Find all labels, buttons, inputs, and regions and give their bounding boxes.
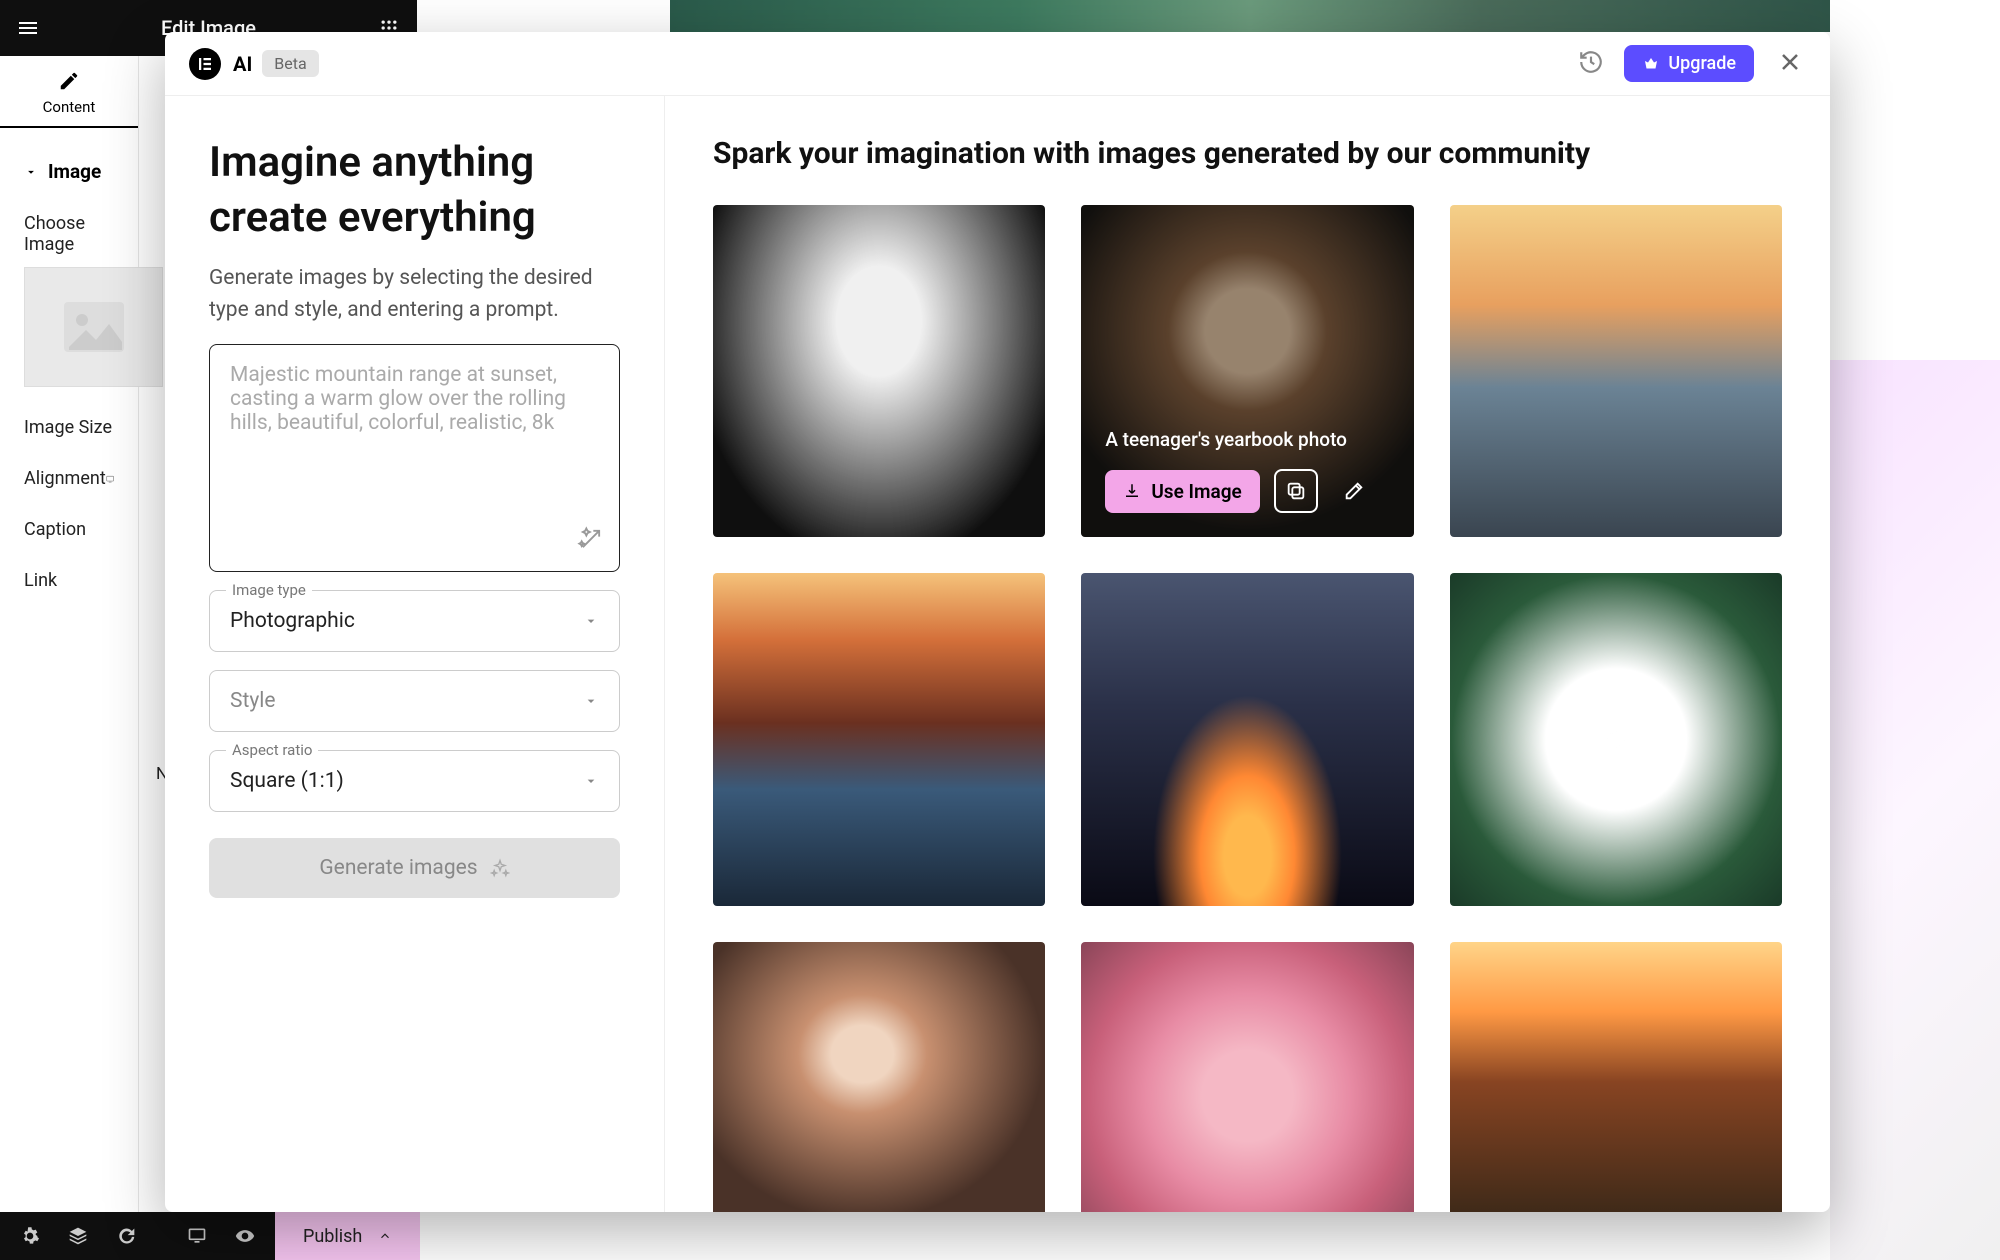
settings-icon[interactable]: [10, 1216, 50, 1256]
sparkle-icon: [490, 858, 510, 878]
gallery-item[interactable]: [1450, 205, 1782, 537]
menu-icon[interactable]: [0, 0, 56, 56]
gallery-item[interactable]: [1450, 942, 1782, 1212]
gallery-item[interactable]: [713, 942, 1045, 1212]
layers-icon[interactable]: [58, 1216, 98, 1256]
ai-modal: AI Beta Upgrade Imagine anything create …: [165, 32, 1830, 1212]
publish-button[interactable]: Publish: [275, 1212, 420, 1260]
alignment-label: Alignment: [24, 468, 106, 489]
editor-sidebar: Content Image Choose Image Image Size Al…: [0, 56, 139, 1212]
link-label: Link: [24, 570, 114, 591]
generate-button[interactable]: Generate images: [209, 838, 620, 898]
responsive-mode-icon[interactable]: [177, 1216, 217, 1256]
section-image[interactable]: Image: [24, 160, 114, 183]
ai-heading: Imagine anything create everything: [209, 136, 620, 245]
chevron-down-icon: [583, 613, 599, 629]
elementor-logo-icon: [189, 48, 221, 80]
choose-image-label: Choose Image: [24, 213, 114, 255]
ai-history-icon[interactable]: [1578, 49, 1604, 79]
gallery-item[interactable]: [1081, 942, 1413, 1212]
image-placeholder[interactable]: [24, 267, 163, 387]
ai-prompt-panel: Imagine anything create everything Gener…: [165, 96, 665, 1212]
use-image-button[interactable]: Use Image: [1105, 470, 1259, 513]
close-icon[interactable]: [1774, 46, 1806, 82]
gallery-item[interactable]: [713, 573, 1045, 905]
preview-icon[interactable]: [225, 1216, 265, 1256]
responsive-icon[interactable]: [106, 470, 114, 488]
ai-gallery-panel: Spark your imagination with images gener…: [665, 96, 1830, 1212]
aspect-ratio-select[interactable]: Aspect ratio Square (1:1): [209, 750, 620, 812]
editor-bottombar: [0, 1212, 275, 1260]
chevron-down-icon: [583, 693, 599, 709]
ai-header: AI Beta Upgrade: [165, 32, 1830, 96]
gallery-item[interactable]: A teenager's yearbook photo Use Image: [1081, 205, 1413, 537]
tab-label: Content: [43, 98, 96, 116]
gallery-item-caption: A teenager's yearbook photo: [1105, 428, 1389, 451]
gallery-item[interactable]: [1450, 573, 1782, 905]
gallery-grid: A teenager's yearbook photo Use Image: [713, 205, 1782, 1212]
edit-icon[interactable]: [1332, 469, 1376, 513]
page-background-decor: [1830, 360, 2000, 1260]
page-hero-strip: [670, 0, 1830, 32]
prompt-input[interactable]: [230, 363, 599, 523]
ai-description: Generate images by selecting the desired…: [209, 263, 620, 326]
style-select[interactable]: Style: [209, 670, 620, 732]
tab-content[interactable]: Content: [0, 56, 138, 126]
gallery-heading: Spark your imagination with images gener…: [713, 136, 1782, 171]
gallery-item-overlay: A teenager's yearbook photo Use Image: [1081, 205, 1413, 537]
chevron-down-icon: [583, 773, 599, 789]
enhance-prompt-icon[interactable]: [577, 525, 605, 557]
gallery-item[interactable]: [713, 205, 1045, 537]
image-size-label: Image Size: [24, 417, 114, 438]
beta-badge: Beta: [262, 50, 318, 77]
upgrade-button[interactable]: Upgrade: [1624, 45, 1754, 82]
gallery-item[interactable]: [1081, 573, 1413, 905]
caption-label: Caption: [24, 519, 114, 540]
ai-brand: AI: [233, 52, 252, 76]
image-type-select[interactable]: Image type Photographic: [209, 590, 620, 652]
history-icon[interactable]: [106, 1216, 146, 1256]
prompt-box: [209, 344, 620, 572]
copy-icon[interactable]: [1274, 469, 1318, 513]
